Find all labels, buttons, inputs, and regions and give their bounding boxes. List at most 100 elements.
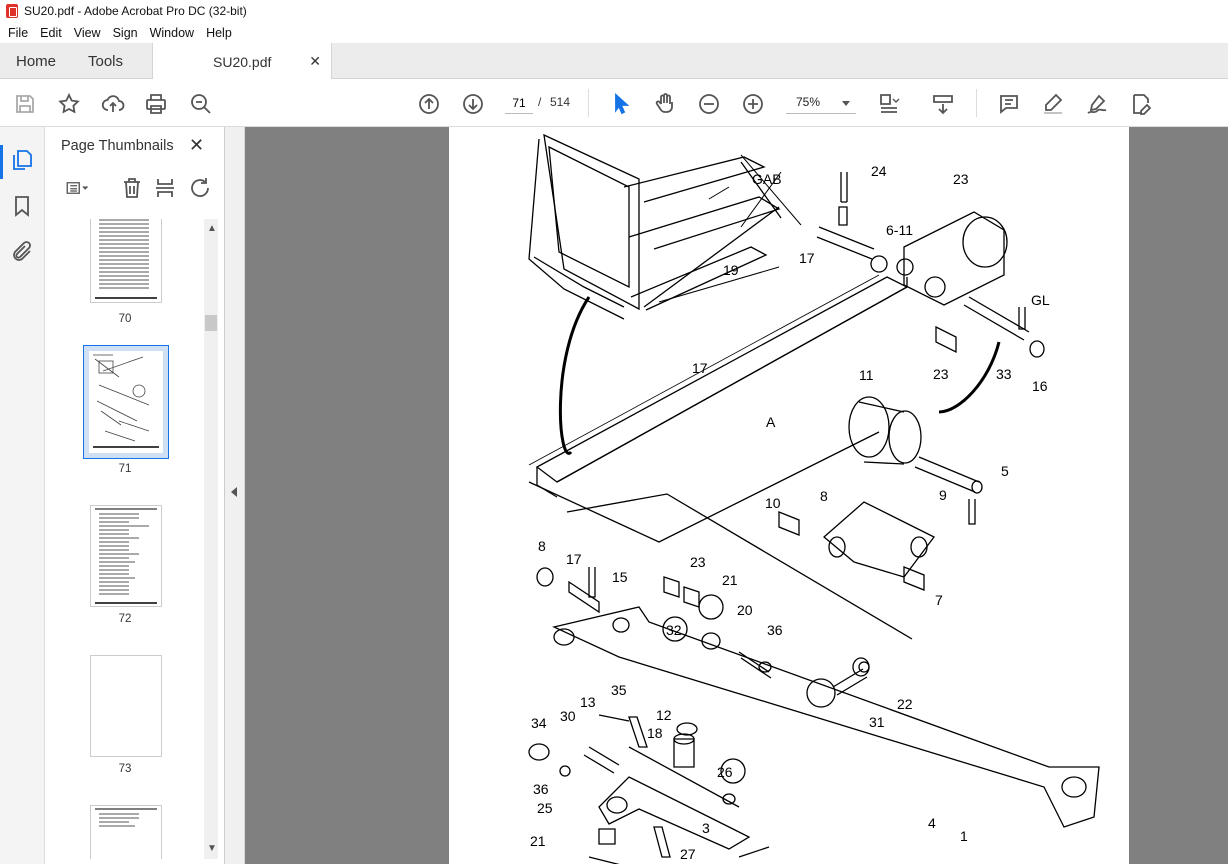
part-callout-label: 23 [953, 171, 969, 187]
panel-collapse-handle[interactable] [225, 127, 245, 864]
part-callout-label: 17 [692, 360, 708, 376]
insert-page-icon[interactable] [152, 175, 178, 201]
part-callout-label: 3 [702, 820, 710, 836]
part-callout-label: 10 [765, 495, 781, 511]
thumbnail-list: 70 71 72 73 [45, 219, 205, 859]
part-callout-label: 22 [897, 696, 913, 712]
main-toolbar: / 514 75% [0, 79, 1228, 127]
thumbnail-page-selected[interactable] [83, 345, 169, 459]
hand-icon[interactable] [652, 91, 678, 117]
chevron-down-icon[interactable]: ▼ [207, 843, 217, 854]
toolbar-divider [976, 89, 977, 117]
thumbnail-options-icon[interactable] [59, 175, 95, 201]
part-callout-label: 32 [666, 622, 682, 638]
menu-file[interactable]: File [2, 26, 34, 40]
scroll-mode-icon[interactable] [930, 91, 956, 117]
part-callout-label: 24 [871, 163, 887, 179]
highlight-icon[interactable] [1040, 91, 1066, 117]
menu-help[interactable]: Help [200, 26, 238, 40]
left-nav-rail [0, 127, 45, 864]
chevron-up-icon[interactable]: ▲ [207, 223, 217, 234]
delete-page-icon[interactable] [119, 175, 145, 201]
part-callout-label: 31 [869, 714, 885, 730]
tab-tools[interactable]: Tools [88, 43, 123, 79]
scrollbar-thumb[interactable] [205, 315, 217, 331]
search-zoom-icon[interactable] [188, 91, 214, 117]
part-callout-label: 8 [820, 488, 828, 504]
part-callout-label: 17 [566, 551, 582, 567]
thumbnail-page[interactable] [90, 805, 162, 859]
window-title: SU20.pdf - Adobe Acrobat Pro DC (32-bit) [24, 4, 247, 18]
page-total: 514 [550, 95, 571, 109]
page-separator: / [538, 95, 542, 109]
part-callout-label: 13 [580, 694, 596, 710]
zoom-in-icon[interactable] [740, 91, 766, 117]
part-callout-label: A [766, 414, 776, 430]
title-bar: SU20.pdf - Adobe Acrobat Pro DC (32-bit) [0, 0, 1228, 22]
part-callout-label: 23 [933, 366, 949, 382]
part-callout-label: 21 [530, 833, 546, 849]
print-icon[interactable] [143, 91, 169, 117]
menu-bar: File Edit View Sign Window Help [0, 22, 1228, 43]
thumbnail-page[interactable] [90, 505, 162, 607]
part-callout-label: 9 [939, 487, 947, 503]
tab-document[interactable]: SU20.pdf ✕ [152, 43, 332, 80]
select-cursor-icon[interactable] [608, 91, 634, 117]
bookmark-icon[interactable] [9, 193, 35, 219]
part-callout-label: 35 [611, 682, 627, 698]
part-callout-label: 33 [996, 366, 1012, 382]
part-callout-label: 15 [612, 569, 628, 585]
part-callout-label: 36 [533, 781, 549, 797]
part-callout-label: 12 [656, 707, 672, 723]
part-callout-label: GAB [752, 171, 782, 187]
part-callout-label: 7 [935, 592, 943, 608]
thumbnail-page[interactable] [90, 655, 162, 757]
thumbnails-panel: Page Thumbnails ✕ 70 71 72 73 ▲ ▼ [45, 127, 225, 864]
menu-edit[interactable]: Edit [34, 26, 68, 40]
close-icon[interactable]: ✕ [309, 53, 321, 70]
sign-icon[interactable] [1084, 91, 1110, 117]
comment-icon[interactable] [996, 91, 1022, 117]
part-callout-label: 4 [928, 815, 936, 831]
part-callout-label: 36 [767, 622, 783, 638]
zoom-select[interactable]: 75% [786, 92, 856, 114]
part-callout-label: 30 [560, 708, 576, 724]
bookmark-star-icon[interactable] [56, 91, 82, 117]
zoom-value: 75% [796, 95, 821, 109]
part-callout-label: 23 [690, 554, 706, 570]
menu-sign[interactable]: Sign [107, 26, 144, 40]
part-callout-label: 17 [799, 250, 815, 266]
zoom-out-icon[interactable] [696, 91, 722, 117]
upload-icon[interactable] [100, 91, 126, 117]
pdf-page: GAB 24 23 6-11 17 19 GL 23 33 16 17 A 11 5 9 10 8 7 8 17 15 2… [449, 127, 1129, 864]
toolbar-divider [588, 89, 589, 117]
tab-bar: Home Tools SU20.pdf ✕ [0, 43, 1228, 80]
save-icon[interactable] [12, 91, 38, 117]
part-callout-label: 19 [723, 262, 739, 278]
attachment-icon[interactable] [9, 239, 35, 265]
pdf-app-icon [6, 4, 18, 18]
page-up-icon[interactable] [416, 91, 442, 117]
edit-pdf-icon[interactable] [1128, 91, 1154, 117]
menu-window[interactable]: Window [144, 26, 200, 40]
part-callout-label: 1 [960, 828, 968, 844]
thumbnail-page[interactable] [90, 219, 162, 303]
close-icon[interactable]: ✕ [189, 135, 204, 156]
part-callout-label: 34 [531, 715, 547, 731]
chevron-left-icon [231, 487, 237, 497]
part-callout-label: 5 [1001, 463, 1009, 479]
fit-page-icon[interactable] [876, 91, 902, 117]
part-callout-label: 11 [859, 367, 874, 383]
tab-home[interactable]: Home [16, 43, 56, 79]
document-viewer[interactable]: GAB 24 23 6-11 17 19 GL 23 33 16 17 A 11 5 9 10 8 7 8 17 15 2… [245, 127, 1228, 864]
page-number-input[interactable] [505, 92, 533, 114]
part-callout-label: 16 [1032, 378, 1048, 394]
thumbnail-scrollbar[interactable]: ▲ ▼ [204, 219, 218, 859]
menu-view[interactable]: View [68, 26, 107, 40]
part-callout-label: 21 [722, 572, 738, 588]
part-callout-label: 8 [538, 538, 546, 554]
part-callout-label: 18 [647, 725, 663, 741]
rotate-page-icon[interactable] [187, 175, 213, 201]
page-thumbnails-icon[interactable] [9, 147, 35, 173]
page-down-icon[interactable] [460, 91, 486, 117]
